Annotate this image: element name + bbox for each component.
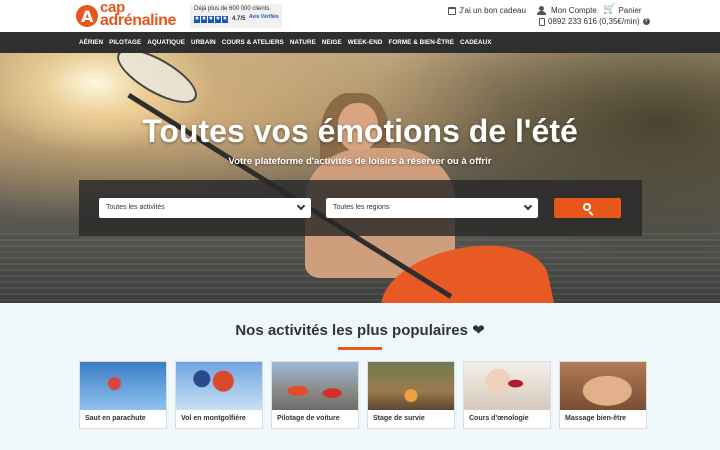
hero-paddle-blade [109, 53, 205, 114]
phone-icon [539, 17, 545, 26]
search-panel: Toutes les activités Toutes les regions [79, 180, 642, 236]
star-icon: ★ [215, 16, 221, 23]
logo-text-line2: adrénaline [100, 12, 177, 29]
nav-item-cadeaux[interactable]: CADEAUX [460, 39, 492, 46]
activity-card-label: Cours d'œnologie [469, 415, 529, 422]
chevron-down-icon [523, 201, 533, 211]
popular-section: Nos activités les plus populaires ❤ Saut… [0, 303, 720, 450]
help-icon[interactable]: ? [642, 18, 650, 25]
trust-text: Déjà plus de 600 000 clients. [194, 6, 272, 12]
gift-card-link[interactable]: J'ai un bon cadeau [448, 6, 526, 15]
nav-item-aérien[interactable]: AÉRIEN [79, 39, 103, 46]
hero-banner: Toutes vos émotions de l'été Votre plate… [0, 53, 720, 303]
activity-select-value: Toutes les activités [106, 204, 165, 211]
nav-items: AÉRIEN PILOTAGE AQUATIQUE URBAIN COURS & ATE… [79, 32, 492, 53]
avis-verifies-badge: Avis Vérifiés [249, 14, 279, 20]
activity-card-label: Pilotage de voiture [277, 415, 340, 422]
activity-card-label: Stage de survie [373, 415, 425, 422]
activity-card-label: Massage bien-être [565, 415, 627, 422]
account-link[interactable]: Mon Compte [537, 6, 597, 15]
phone-info[interactable]: 0892 233 616 (0,35€/min) ? [539, 17, 650, 26]
activity-image [176, 362, 262, 410]
trust-badge[interactable]: Déjà plus de 600 000 clients. ★ ★ ★ ★ ★ … [190, 4, 282, 28]
star-icon: ★ [194, 16, 200, 23]
activity-card-pilotage[interactable]: Pilotage de voiture [271, 361, 359, 429]
cart-label: Panier [618, 5, 642, 15]
nav-item-forme-bien-être[interactable]: FORME & BIEN-ÊTRE [388, 39, 454, 46]
nav-item-aquatique[interactable]: AQUATIQUE [147, 39, 185, 46]
nav-item-neige[interactable]: NEIGE [322, 39, 342, 46]
activity-card-survie[interactable]: Stage de survie [367, 361, 455, 429]
region-select-value: Toutes les regions [333, 204, 390, 211]
activity-card-montgolfiere[interactable]: Vol en montgolfière [175, 361, 263, 429]
title-underline [338, 347, 382, 350]
account-label: Mon Compte [551, 6, 597, 15]
phone-number: 0892 233 616 (0,35€/min) [548, 17, 640, 26]
hero-title: Toutes vos émotions de l'été [142, 113, 578, 149]
gift-card-label: J'ai un bon cadeau [459, 6, 526, 15]
nav-item-nature[interactable]: NATURE [290, 39, 316, 46]
star-icon: ★ [222, 16, 228, 23]
cart-icon: 🛒 [603, 4, 616, 15]
activity-image [368, 362, 454, 410]
site-logo[interactable]: cap adrénaline [76, 0, 184, 30]
chevron-down-icon [296, 201, 306, 211]
star-icon: ★ [208, 16, 214, 23]
activity-card-oenologie[interactable]: Cours d'œnologie [463, 361, 551, 429]
main-nav: AÉRIEN PILOTAGE AQUATIQUE URBAIN COURS & ATE… [0, 32, 720, 53]
nav-item-pilotage[interactable]: PILOTAGE [109, 39, 141, 46]
calendar-icon [448, 6, 456, 15]
header: cap adrénaline Déjà plus de 600 000 clie… [0, 0, 720, 32]
activity-card-parachute[interactable]: Saut en parachute [79, 361, 167, 429]
nav-item-cours-ateliers[interactable]: COURS & ATELIERS [222, 39, 284, 46]
activity-card-label: Vol en montgolfière [181, 415, 246, 422]
star-icon: ★ [201, 16, 207, 23]
activity-image [272, 362, 358, 410]
cart-link[interactable]: 🛒 Panier [603, 5, 642, 15]
rating-stars: ★ ★ ★ ★ ★ [194, 16, 228, 23]
search-icon [583, 203, 591, 211]
user-icon [537, 6, 546, 15]
hero-subtitle: Votre plateforme d'activités de loisirs … [228, 156, 492, 167]
search-button[interactable] [554, 198, 621, 218]
activity-image [80, 362, 166, 410]
nav-item-urbain[interactable]: URBAIN [191, 39, 216, 46]
trust-rating: 4.7/5 [232, 16, 246, 22]
nav-item-week-end[interactable]: WEEK-END [348, 39, 383, 46]
activity-card-label: Saut en parachute [85, 415, 146, 422]
activity-card-massage[interactable]: Massage bien-être [559, 361, 647, 429]
region-select[interactable]: Toutes les regions [326, 198, 538, 218]
activity-image [464, 362, 550, 410]
activity-image [560, 362, 646, 410]
logo-mark-icon [76, 5, 98, 27]
popular-title: Nos activités les plus populaires ❤ [235, 322, 485, 339]
activity-cards: Saut en parachute Vol en montgolfière Pi… [79, 361, 647, 429]
activity-select[interactable]: Toutes les activités [99, 198, 311, 218]
